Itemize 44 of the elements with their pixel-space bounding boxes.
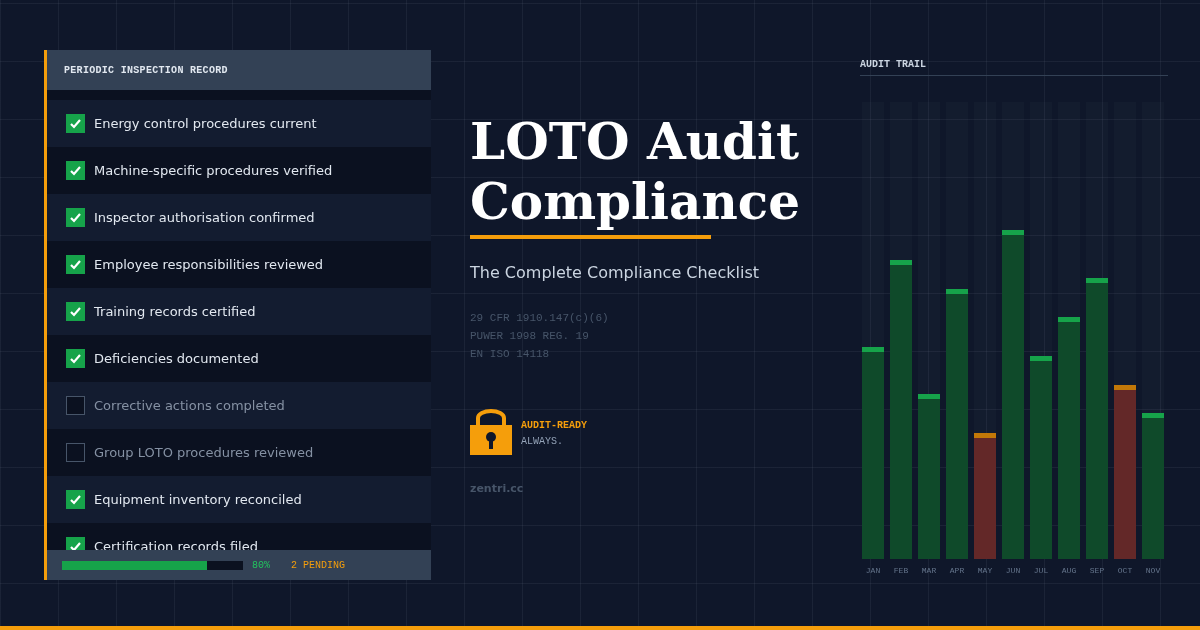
padlock-icon <box>470 409 512 455</box>
checklist-item-label: Energy control procedures current <box>94 114 317 133</box>
checkbox[interactable] <box>66 490 85 509</box>
checkbox[interactable] <box>66 208 85 227</box>
month-label: MAY <box>977 565 993 577</box>
month-label: JUL <box>1033 565 1049 577</box>
subtitle: The Complete Compliance Checklist <box>470 262 761 284</box>
pending-count: 2 PENDING <box>291 558 346 573</box>
month-label: FEB <box>893 565 909 577</box>
regulation-reference: EN ISO 14118 <box>470 347 551 362</box>
month-label: SEP <box>1089 565 1105 577</box>
checklist-item-label: Employee responsibilities reviewed <box>94 255 324 274</box>
month-label: OCT <box>1117 565 1133 577</box>
checkbox[interactable] <box>66 302 85 321</box>
checklist-item-label: Group LOTO procedures reviewed <box>94 443 314 462</box>
checkbox[interactable] <box>66 114 85 133</box>
checklist-item-label: Inspector authorisation confirmed <box>94 208 315 227</box>
month-label: JAN <box>865 565 881 577</box>
checklist-item-label: Machine-specific procedures verified <box>94 161 333 180</box>
checklist-item-label: Equipment inventory reconciled <box>94 490 302 509</box>
panel-header: PERIODIC INSPECTION RECORD <box>47 50 431 90</box>
month-label: APR <box>949 565 965 577</box>
checklist-item-label: Training records certified <box>94 302 256 321</box>
title-line: LOTO Audit <box>470 112 800 172</box>
month-label: MAR <box>921 565 937 577</box>
month-label: AUG <box>1061 565 1077 577</box>
checklist-item-label: Corrective actions completed <box>94 396 285 415</box>
badge-text: ALWAYS. <box>521 435 564 449</box>
checklist-item-label: Certification records filed <box>94 537 258 550</box>
regulation-reference: PUWER 1998 REG. 19 <box>470 329 590 344</box>
checkbox[interactable] <box>66 396 85 415</box>
month-label: NOV <box>1145 565 1161 577</box>
month-label: JUN <box>1005 565 1021 577</box>
checkbox[interactable] <box>66 443 85 462</box>
chart-title: AUDIT TRAIL <box>860 57 1168 76</box>
title-line: Compliance <box>470 172 800 232</box>
checklist-item-label: Deficiencies documented <box>94 349 259 368</box>
checkbox[interactable] <box>66 255 85 274</box>
progress-reading: 80% <box>252 558 270 573</box>
regulation-reference: 29 CFR 1910.147(c)(6) <box>470 311 610 326</box>
checkbox[interactable] <box>66 349 85 368</box>
site-address: zentri.cc <box>470 481 525 497</box>
checkbox[interactable] <box>66 161 85 180</box>
badge-heading: AUDIT-READY <box>521 419 587 433</box>
